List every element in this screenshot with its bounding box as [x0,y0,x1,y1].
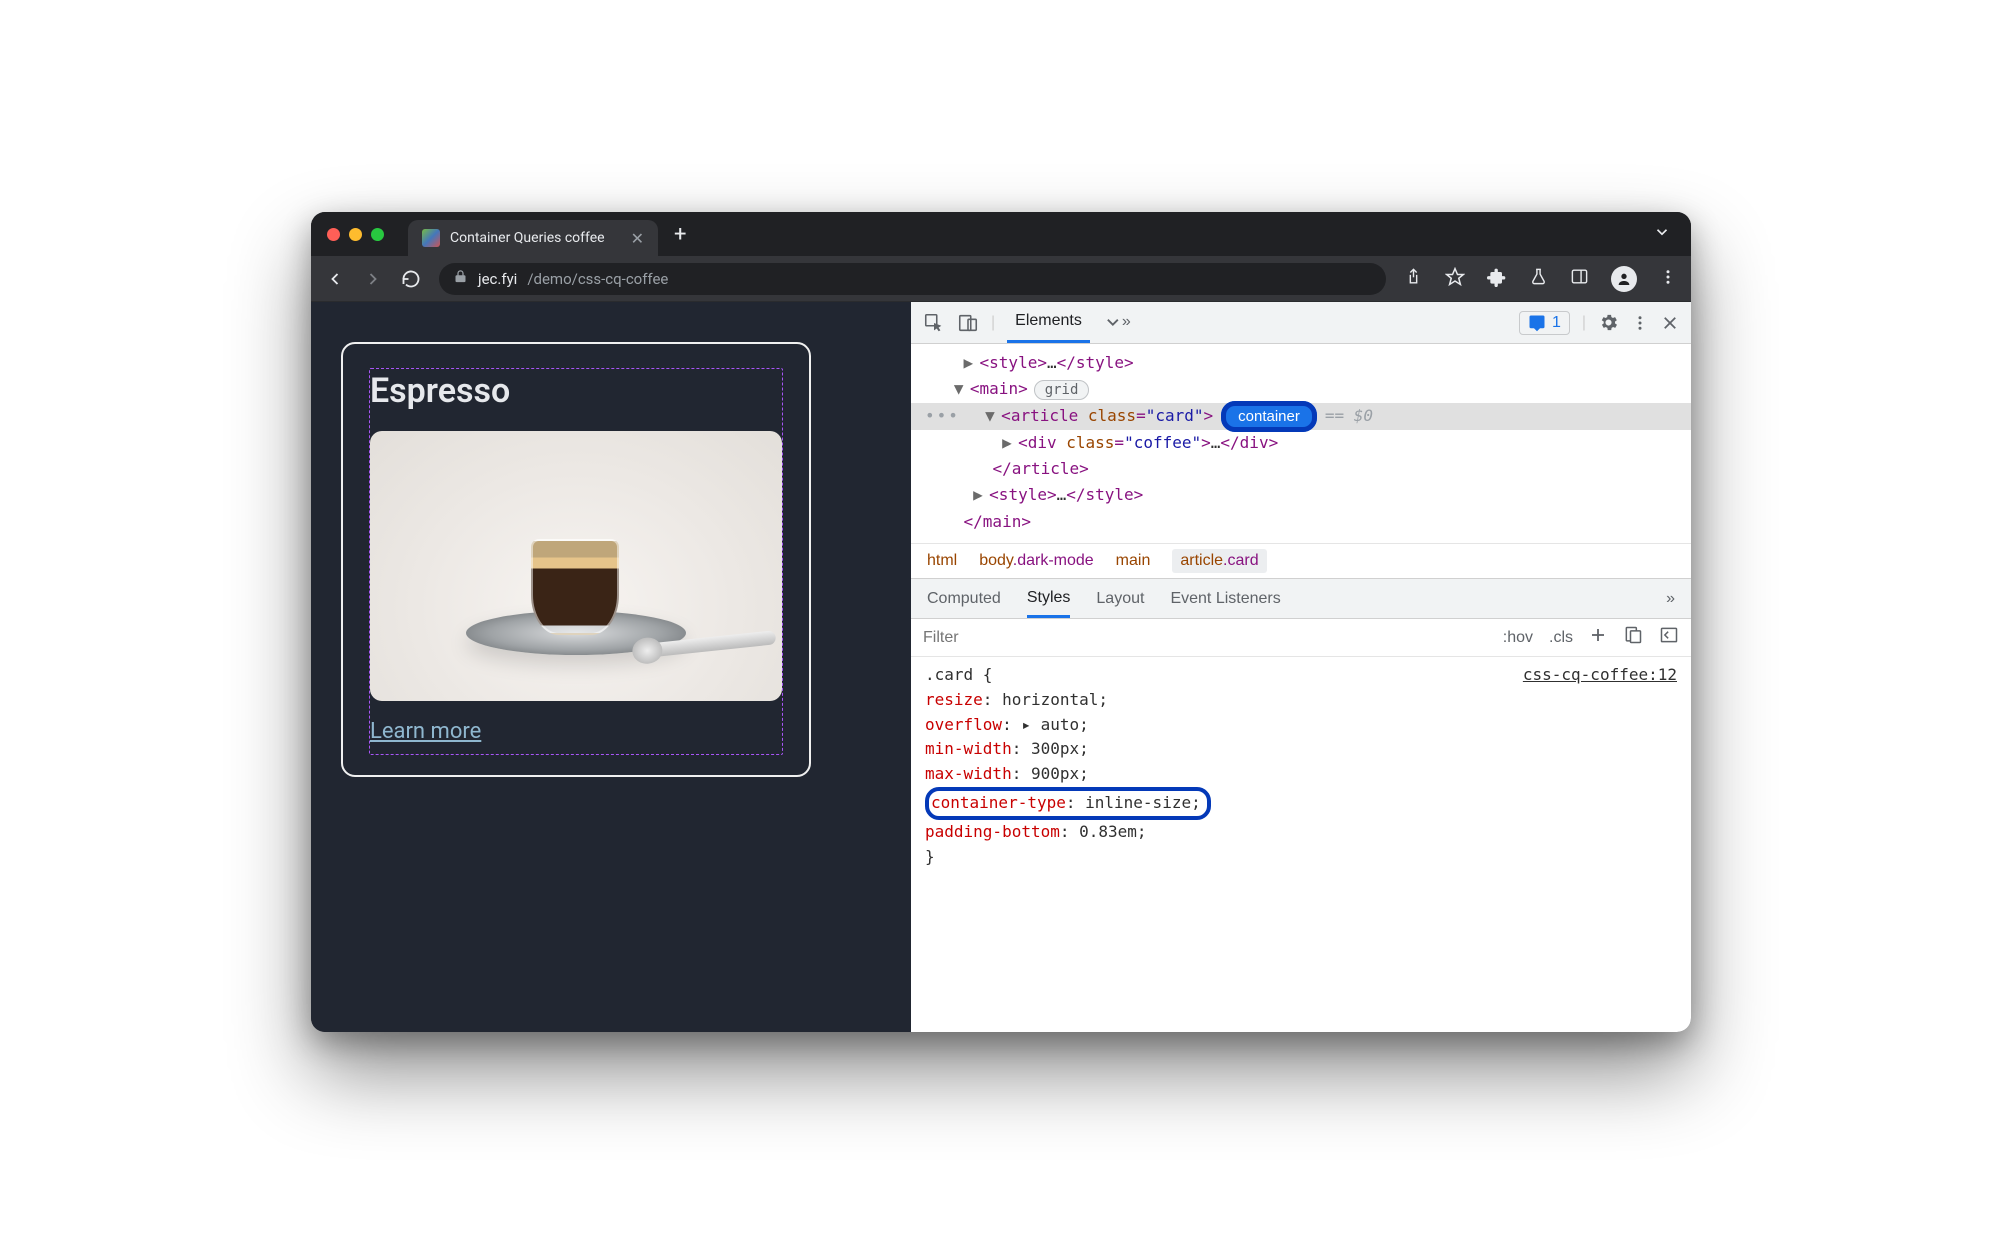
crumb-main[interactable]: main [1116,552,1151,570]
css-declaration[interactable]: overflow: ▸ auto; [925,713,1677,738]
devtools-menu-button[interactable] [1631,314,1649,332]
dom-tree[interactable]: ▶<style>…</style> ▼<main>grid ••• ▼<arti… [911,344,1691,543]
new-tab-button[interactable]: + [674,222,686,247]
devtools-panel: | Elements » 1 | [911,302,1691,1032]
lock-icon [453,269,468,288]
tab-overflow-button[interactable] [1653,223,1671,245]
dom-line-actions-icon[interactable]: ••• [925,406,960,425]
reload-button[interactable] [401,269,421,289]
crumb-body[interactable]: body.dark-mode [979,552,1093,570]
forward-button[interactable] [363,269,383,289]
crumb-article[interactable]: article.card [1172,549,1266,573]
dom-line[interactable]: ▶<style>…</style> [911,350,1691,376]
container-badge[interactable]: container [1221,401,1317,432]
window-controls [327,228,384,241]
issues-count: 1 [1552,314,1561,332]
new-style-rule-button[interactable] [1589,626,1607,649]
elements-tab[interactable]: Elements [1007,302,1090,343]
css-declaration[interactable]: resize: horizontal; [925,688,1677,713]
more-tabs-button[interactable]: » [1102,313,1131,333]
css-declaration-highlighted[interactable]: container-type: inline-size; [925,787,1677,820]
url-path: /demo/css-cq-coffee [527,270,668,288]
css-declaration[interactable]: min-width: 300px; [925,737,1677,762]
tab-event-listeners[interactable]: Event Listeners [1170,590,1280,608]
crumb-html[interactable]: html [927,552,957,570]
dom-line[interactable]: ▼<main>grid [911,376,1691,402]
tab-bar: Container Queries coffee ✕ + [311,212,1691,256]
tab-layout[interactable]: Layout [1096,590,1144,608]
favicon-icon [422,229,440,247]
url-host: jec.fyi [478,270,517,288]
close-tab-button[interactable]: ✕ [631,229,644,248]
url-bar: jec.fyi/demo/css-cq-coffee [311,256,1691,302]
css-close-brace: } [925,845,1677,870]
url-actions [1404,266,1677,292]
issues-button[interactable]: 1 [1519,311,1570,335]
dom-line-selected[interactable]: ••• ▼<article class="card">container== $… [911,403,1691,430]
coffee-image [370,431,782,701]
devtools-settings-button[interactable] [1598,312,1619,333]
dom-line[interactable]: ▶<style>…</style> [911,482,1691,508]
card-title: Espresso [370,371,782,411]
bookmark-button[interactable] [1445,267,1465,291]
cup-shape [521,525,631,635]
share-button[interactable] [1404,267,1423,290]
address-bar[interactable]: jec.fyi/demo/css-cq-coffee [439,263,1386,295]
inspect-element-button[interactable] [923,312,945,334]
styles-rule[interactable]: css-cq-coffee:12 .card { resize: horizon… [911,657,1691,875]
browser-menu-button[interactable] [1659,268,1677,290]
maximize-window-button[interactable] [371,228,384,241]
css-declaration[interactable]: max-width: 900px; [925,762,1677,787]
container-overlay: Espresso Learn more [369,368,783,755]
devtools-close-button[interactable] [1661,314,1679,332]
profile-button[interactable] [1611,266,1637,292]
minimize-window-button[interactable] [349,228,362,241]
dom-line[interactable]: </article> [911,456,1691,482]
source-link[interactable]: css-cq-coffee:12 [1523,663,1677,688]
hov-toggle[interactable]: :hov [1503,629,1533,647]
css-declaration[interactable]: padding-bottom: 0.83em; [925,820,1677,845]
styles-filter-row: :hov .cls [911,619,1691,657]
labs-button[interactable] [1529,267,1548,290]
dom-line[interactable]: </main> [911,509,1691,535]
side-panel-button[interactable] [1570,267,1589,290]
coffee-card: Espresso Learn more [341,342,811,777]
dom-breadcrumb: html body.dark-mode main article.card [911,543,1691,579]
dom-line[interactable]: ▶<div class="coffee">…</div> [911,430,1691,456]
content-area: Espresso Learn more | [311,302,1691,1032]
tab-computed[interactable]: Computed [927,590,1001,608]
rendering-button[interactable] [1659,625,1679,650]
browser-tab[interactable]: Container Queries coffee ✕ [408,220,658,256]
tab-title: Container Queries coffee [450,230,605,246]
tab-styles[interactable]: Styles [1027,589,1071,618]
learn-more-link[interactable]: Learn more [370,719,481,744]
back-button[interactable] [325,269,345,289]
more-styles-tabs-button[interactable]: » [1666,590,1675,608]
styles-pane-tabs: Computed Styles Layout Event Listeners » [911,579,1691,619]
grid-badge[interactable]: grid [1034,380,1090,400]
devtools-toolbar: | Elements » 1 | [911,302,1691,344]
device-toolbar-button[interactable] [957,312,979,334]
styles-filter-input[interactable] [923,629,1487,647]
console-reference: == $0 [1325,406,1373,425]
page-viewport: Espresso Learn more [311,302,911,1032]
computed-styles-sync-button[interactable] [1623,625,1643,650]
cls-toggle[interactable]: .cls [1549,629,1573,647]
browser-window: Container Queries coffee ✕ + jec.fyi/dem… [311,212,1691,1032]
close-window-button[interactable] [327,228,340,241]
extensions-button[interactable] [1487,267,1507,291]
